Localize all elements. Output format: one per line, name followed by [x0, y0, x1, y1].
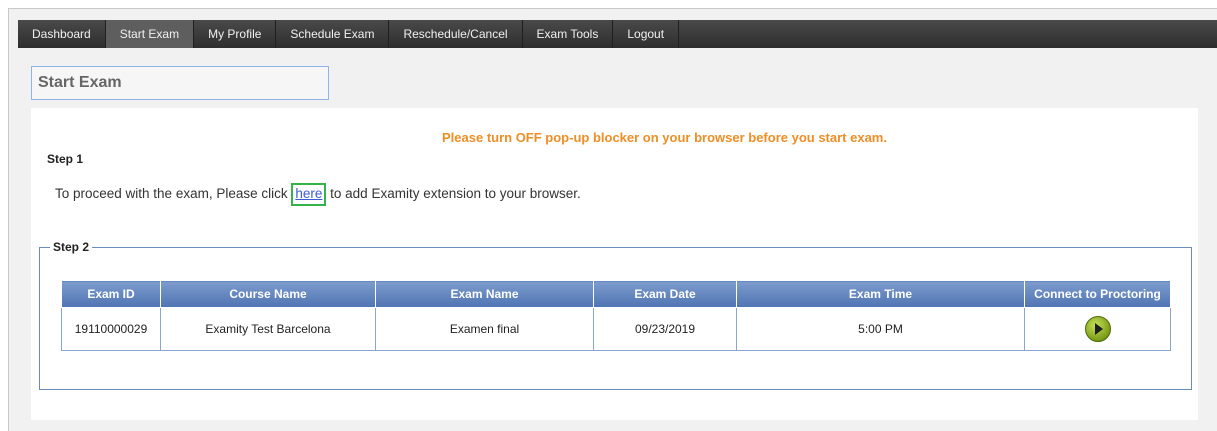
here-link[interactable]: here: [295, 186, 322, 201]
header-exam-name: Exam Name: [375, 280, 594, 308]
nav-exam-tools[interactable]: Exam Tools: [523, 20, 614, 48]
cell-exam-date: 09/23/2019: [593, 307, 737, 351]
exam-table: Exam ID Course Name Exam Name Exam Date …: [61, 280, 1171, 351]
table-row: 19110000029 Examity Test Barcelona Exame…: [61, 307, 1171, 351]
header-course-name: Course Name: [160, 280, 376, 308]
page-title: Start Exam: [31, 66, 329, 100]
nav-my-profile[interactable]: My Profile: [194, 20, 277, 48]
header-exam-id: Exam ID: [61, 280, 161, 308]
cell-course-name: Examity Test Barcelona: [160, 307, 376, 351]
cell-exam-id: 19110000029: [61, 307, 161, 351]
cell-exam-name: Examen final: [375, 307, 594, 351]
nav-start-exam[interactable]: Start Exam: [105, 20, 195, 48]
nav-reschedule-cancel[interactable]: Reschedule/Cancel: [389, 20, 523, 48]
instruction-text-before: To proceed with the exam, Please click: [55, 186, 292, 201]
step1-label: Step 1: [47, 152, 84, 166]
step2-label: Step 2: [53, 240, 90, 254]
cell-connect: [1024, 307, 1171, 351]
step2-fieldset: Step 2 Exam ID Course Name Exam Name Exa…: [39, 240, 1192, 390]
top-nav: Dashboard Start Exam My Profile Schedule…: [18, 20, 1217, 48]
header-connect-proctoring: Connect to Proctoring: [1024, 280, 1171, 308]
nav-logout[interactable]: Logout: [613, 20, 680, 48]
cell-exam-time: 5:00 PM: [736, 307, 1025, 351]
step1-instruction: To proceed with the exam, Please click h…: [55, 183, 581, 206]
nav-schedule-exam[interactable]: Schedule Exam: [276, 20, 390, 48]
here-link-highlight: here: [291, 183, 327, 206]
header-exam-time: Exam Time: [736, 280, 1025, 308]
header-exam-date: Exam Date: [593, 280, 737, 308]
content-panel: Please turn OFF pop-up blocker on your b…: [31, 108, 1198, 420]
table-header-row: Exam ID Course Name Exam Name Exam Date …: [61, 280, 1171, 308]
instruction-text-after: to add Examity extension to your browser…: [326, 186, 581, 201]
popup-blocker-notice: Please turn OFF pop-up blocker on your b…: [442, 130, 887, 145]
play-icon[interactable]: [1084, 316, 1111, 342]
nav-dashboard[interactable]: Dashboard: [18, 20, 106, 48]
